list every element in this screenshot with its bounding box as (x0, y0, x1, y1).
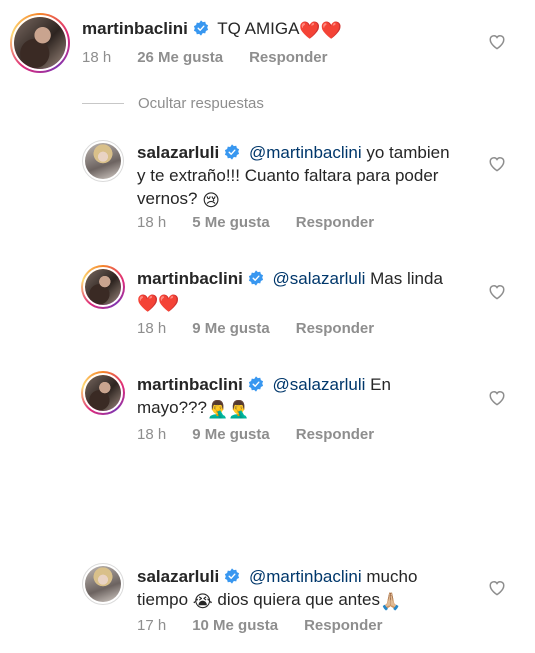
heart-emoji: ❤️❤️ (299, 21, 342, 40)
reply-button[interactable]: Responder (296, 426, 374, 443)
comment-body: salazarluli @martinbaclini yo tambien y … (137, 141, 477, 212)
reply-button[interactable]: Responder (296, 214, 374, 231)
mention-link[interactable]: @salazarluli (273, 375, 366, 394)
mention-link[interactable]: @martinbaclini (249, 143, 362, 162)
profile-photo (85, 143, 121, 179)
reply-button[interactable]: Responder (249, 49, 327, 66)
hide-replies-label: Ocultar respuestas (138, 94, 264, 112)
comment-time: 18 h (137, 426, 167, 443)
comment-body: martinbaclini @salazarluli Mas linda ❤️❤… (137, 267, 477, 315)
likes-count[interactable]: 10 Me gusta (192, 617, 278, 634)
profile-photo (85, 375, 121, 411)
mention-link[interactable]: @salazarluli (273, 269, 366, 288)
reply-button[interactable]: Responder (296, 320, 374, 337)
like-heart-icon[interactable] (488, 283, 506, 300)
comment-meta: 17 h 10 Me gusta Responder (137, 616, 408, 636)
verified-badge-icon (225, 144, 240, 160)
crying-emoji: 😭 (192, 592, 213, 611)
comment-username[interactable]: martinbaclini (137, 269, 243, 288)
like-heart-icon[interactable] (488, 33, 506, 50)
verified-badge-icon (248, 270, 263, 286)
avatar-martinbaclini[interactable] (10, 13, 70, 73)
comment-text: yo tambien (366, 143, 450, 162)
likes-count[interactable]: 9 Me gusta (192, 320, 270, 337)
comment-time: 18 h (82, 49, 112, 66)
profile-photo (14, 17, 66, 69)
comment-body: salazarluli @martinbaclini mucho tiempo … (137, 565, 477, 613)
comment-time: 18 h (137, 214, 167, 231)
verified-badge-icon (193, 20, 208, 36)
comment-text: TQ AMIGA (217, 19, 300, 38)
likes-count[interactable]: 26 Me gusta (137, 49, 223, 66)
comment-text: vernos? (137, 189, 198, 208)
comment-meta: 18 h 9 Me gusta Responder (137, 425, 400, 445)
facepalm-emoji: 🤦‍♂️🤦‍♂️ (206, 400, 250, 419)
comment-username[interactable]: martinbaclini (137, 375, 243, 394)
reply-button[interactable]: Responder (304, 617, 382, 634)
comment-text: tiempo (137, 590, 189, 609)
comment-username[interactable]: salazarluli (137, 567, 219, 586)
comment-meta: 18 h 26 Me gusta Responder (82, 48, 353, 68)
avatar-salazarluli[interactable] (82, 140, 124, 182)
praying-hands-emoji: 🙏🏼 (379, 592, 402, 611)
comment-text: mucho (366, 567, 418, 586)
comment-body: martinbaclini @salazarluli En mayo???🤦‍♂… (137, 373, 477, 421)
avatar-martinbaclini[interactable] (81, 371, 125, 415)
like-heart-icon[interactable] (488, 579, 506, 596)
comment-username[interactable]: martinbaclini (82, 19, 188, 38)
sad-emoji: 😢 (202, 191, 220, 210)
like-heart-icon[interactable] (488, 389, 506, 406)
verified-badge-icon (248, 376, 263, 392)
comment-time: 17 h (137, 617, 167, 634)
likes-count[interactable]: 5 Me gusta (192, 214, 270, 231)
divider-line (82, 102, 124, 104)
likes-count[interactable]: 9 Me gusta (192, 426, 270, 443)
comment-meta: 18 h 9 Me gusta Responder (137, 319, 400, 339)
comment-text: mayo??? (137, 398, 207, 417)
verified-badge-icon (225, 568, 240, 584)
comment-username[interactable]: salazarluli (137, 143, 219, 162)
heart-emoji: ❤️❤️ (137, 294, 180, 313)
comment-text: dios quiera que antes (217, 590, 380, 609)
comment-meta: 18 h 5 Me gusta Responder (137, 213, 400, 233)
profile-photo (85, 269, 121, 305)
comment-text: y te extraño!!! Cuanto faltara para pode… (137, 166, 439, 185)
like-heart-icon[interactable] (488, 155, 506, 172)
profile-photo (85, 566, 121, 602)
avatar-salazarluli[interactable] (82, 563, 124, 605)
comment-time: 18 h (137, 320, 167, 337)
hide-replies-button[interactable]: Ocultar respuestas (82, 93, 264, 113)
mention-link[interactable]: @martinbaclini (249, 567, 362, 586)
comment-body: martinbaclini TQ AMIGA❤️❤️ (82, 17, 462, 42)
comment-text: En (370, 375, 391, 394)
avatar-martinbaclini[interactable] (81, 265, 125, 309)
comment-text: Mas linda (370, 269, 443, 288)
